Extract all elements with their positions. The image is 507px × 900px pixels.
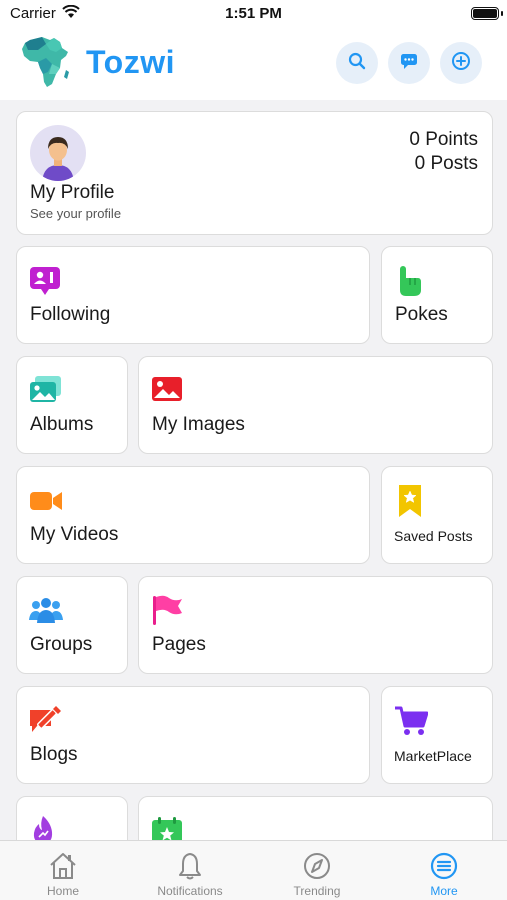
shopping-cart-icon <box>394 706 429 741</box>
menu-item-following[interactable]: Following <box>16 246 370 344</box>
poke-hand-icon <box>394 264 424 303</box>
messages-button[interactable] <box>388 42 430 84</box>
menu-item-saved-posts[interactable]: Saved Posts <box>381 466 493 564</box>
menu-item-albums[interactable]: Albums <box>16 356 128 454</box>
albums-icon <box>29 375 63 410</box>
menu-item-my-images[interactable]: My Images <box>138 356 493 454</box>
following-icon <box>29 265 61 302</box>
tab-bar: Home Notifications Trending More <box>0 840 507 900</box>
my-images-label: My Images <box>152 414 245 435</box>
profile-card[interactable]: My Profile See your profile 0 Points 0 P… <box>16 111 493 235</box>
groups-icon <box>29 596 63 629</box>
blog-edit-icon <box>29 704 63 741</box>
app-screen: Carrier 1:51 PM Tozwi My Profile See you… <box>0 0 507 900</box>
africa-map-logo-icon <box>16 34 74 95</box>
create-post-button[interactable] <box>440 42 482 84</box>
image-icon <box>151 376 183 409</box>
points-count: 0 Points <box>409 129 478 150</box>
app-header: Tozwi <box>0 28 507 100</box>
tab-more-label: More <box>430 884 458 898</box>
pages-label: Pages <box>152 634 206 655</box>
tab-home[interactable]: Home <box>0 841 126 900</box>
albums-label: Albums <box>30 414 94 435</box>
status-bar: Carrier 1:51 PM <box>0 0 507 28</box>
search-button[interactable] <box>336 42 378 84</box>
avatar <box>30 125 86 181</box>
menu-item-groups[interactable]: Groups <box>16 576 128 674</box>
pokes-label: Pokes <box>395 304 448 325</box>
menu-item-my-videos[interactable]: My Videos <box>16 466 370 564</box>
battery-icon <box>471 7 503 20</box>
flag-icon <box>151 594 183 631</box>
menu-item-marketplace[interactable]: MarketPlace <box>381 686 493 784</box>
menu-item-blogs[interactable]: Blogs <box>16 686 370 784</box>
groups-label: Groups <box>30 634 93 655</box>
app-title: Tozwi <box>86 44 175 80</box>
chat-icon <box>399 51 419 76</box>
add-icon <box>450 50 472 77</box>
menu-item-pages[interactable]: Pages <box>138 576 493 674</box>
clock: 1:51 PM <box>225 5 282 22</box>
blogs-label: Blogs <box>30 744 78 765</box>
following-label: Following <box>30 304 111 325</box>
menu-item-pokes[interactable]: Pokes <box>381 246 493 344</box>
profile-subtitle: See your profile <box>30 206 122 221</box>
video-camera-icon <box>29 489 63 518</box>
saved-posts-label: Saved Posts <box>394 528 473 544</box>
tab-more[interactable]: More <box>381 841 507 900</box>
bookmark-icon <box>398 484 422 523</box>
marketplace-label: MarketPlace <box>394 748 472 764</box>
tab-trending-label: Trending <box>293 884 341 898</box>
tab-home-label: Home <box>46 884 79 898</box>
tab-trending[interactable]: Trending <box>254 841 380 900</box>
profile-name: My Profile <box>30 182 115 203</box>
my-videos-label: My Videos <box>30 524 119 545</box>
tab-notifications[interactable]: Notifications <box>127 841 253 900</box>
posts-count: 0 Posts <box>414 153 478 174</box>
tab-notifications-label: Notifications <box>157 884 223 898</box>
search-icon <box>347 51 367 76</box>
